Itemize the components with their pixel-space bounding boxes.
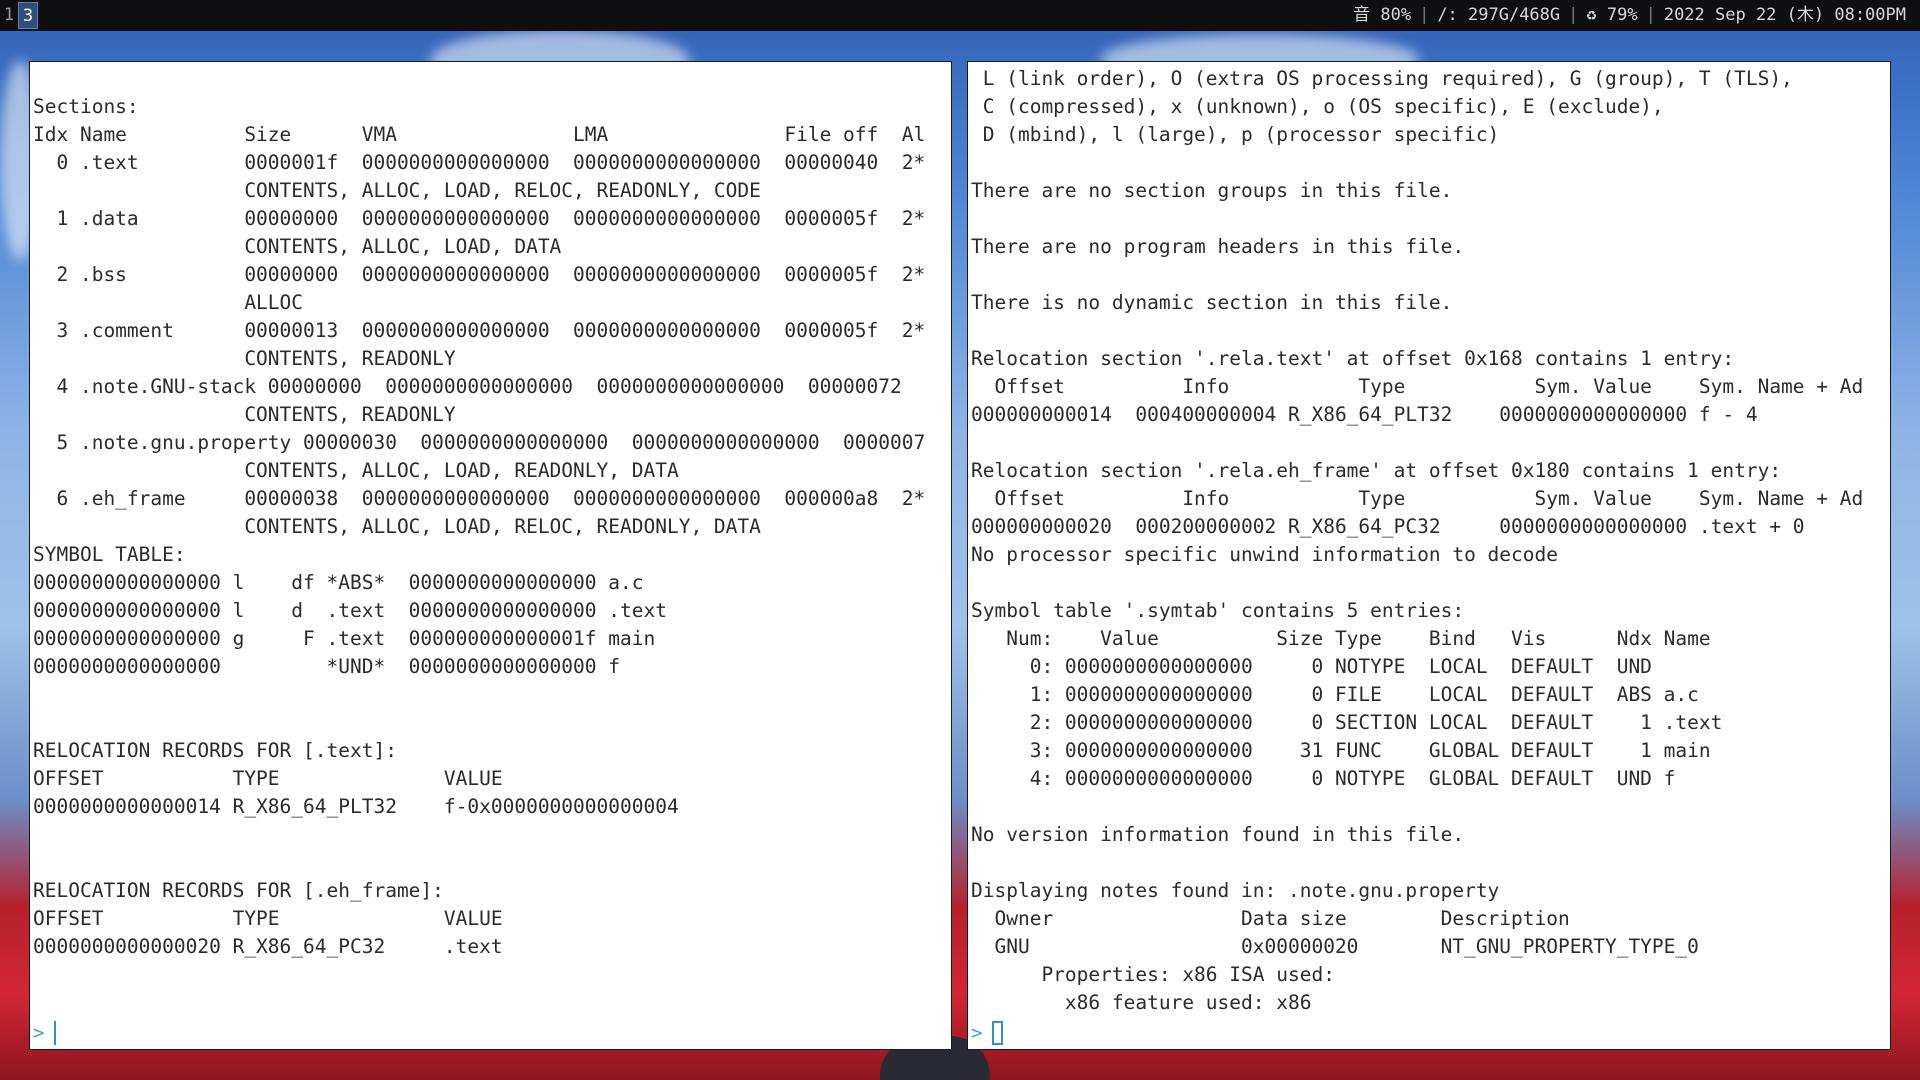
terminal-line: CONTENTS, ALLOC, LOAD, RELOC, READONLY, … <box>33 179 761 202</box>
terminal-line: Owner Data size Description <box>971 907 1570 930</box>
terminal-line: 0000000000000014 R_X86_64_PLT32 f-0x0000… <box>33 795 679 818</box>
terminal-line: 000000000014 000400000004 R_X86_64_PLT32… <box>971 403 1758 426</box>
terminal-line: 4: 0000000000000000 0 NOTYPE GLOBAL DEFA… <box>971 767 1676 790</box>
terminal-line: GNU 0x00000020 NT_GNU_PROPERTY_TYPE_0 <box>971 935 1699 958</box>
terminal-line: 0000000000000000 *UND* 0000000000000000 … <box>33 655 620 678</box>
workspace-1-button[interactable]: 1 <box>2 2 16 29</box>
terminal-line: 2 .bss 00000000 0000000000000000 0000000… <box>33 263 926 286</box>
terminal-line: 0000000000000000 l df *ABS* 000000000000… <box>33 571 644 594</box>
terminal-line: ALLOC <box>33 291 304 314</box>
status-area: 音 80% | /: 297G/468G | ♻ 79% | 2022 Sep … <box>1345 0 1914 31</box>
terminal-line: CONTENTS, ALLOC, LOAD, READONLY, DATA <box>33 459 679 482</box>
terminal-line: Symbol table '.symtab' contains 5 entrie… <box>971 599 1465 622</box>
terminal-left[interactable]: Sections: Idx Name Size VMA LMA File off… <box>29 61 952 1050</box>
terminal-line: 2: 0000000000000000 0 SECTION LOCAL DEFA… <box>971 711 1723 734</box>
terminal-line: Relocation section '.rela.text' at offse… <box>971 347 1735 370</box>
terminal-line: 6 .eh_frame 00000038 0000000000000000 00… <box>33 487 926 510</box>
terminal-prompt[interactable]: > <box>971 1019 1004 1047</box>
terminal-line: 4 .note.GNU-stack 00000000 0000000000000… <box>33 375 902 398</box>
terminal-right[interactable]: L (link order), O (extra OS processing r… <box>967 61 1891 1050</box>
terminal-line: Properties: x86 ISA used: <box>971 963 1335 986</box>
status-separator: | <box>1645 5 1656 25</box>
terminal-line: Sections: <box>33 95 139 118</box>
terminal-line: Displaying notes found in: .note.gnu.pro… <box>971 879 1500 902</box>
status-separator: | <box>1419 5 1430 25</box>
terminal-line: 0 .text 0000001f 0000000000000000 000000… <box>33 151 926 174</box>
clock: 2022 Sep 22 (木) 08:00PM <box>1663 5 1906 25</box>
terminal-line: 0000000000000000 g F .text 0000000000000… <box>33 627 656 650</box>
terminal-line: 000000000020 000200000002 R_X86_64_PC32 … <box>971 515 1805 538</box>
terminal-line: RELOCATION RECORDS FOR [.text]: <box>33 739 397 762</box>
terminal-line: Relocation section '.rela.eh_frame' at o… <box>971 459 1782 482</box>
terminal-line: 3: 0000000000000000 31 FUNC GLOBAL DEFAU… <box>971 739 1711 762</box>
prompt-symbol: > <box>971 1022 983 1044</box>
prompt-symbol: > <box>33 1022 45 1044</box>
terminal-line: There are no program headers in this fil… <box>971 235 1465 258</box>
terminal-line: CONTENTS, READONLY <box>33 403 456 426</box>
workspace-3-button[interactable]: 3 <box>18 2 38 29</box>
terminal-line: Offset Info Type Sym. Value Sym. Name + … <box>971 487 1864 510</box>
terminal-line: OFFSET TYPE VALUE <box>33 907 503 930</box>
terminal-line: No processor specific unwind information… <box>971 543 1558 566</box>
terminal-line: D (mbind), l (large), p (processor speci… <box>971 123 1500 146</box>
terminal-line: L (link order), O (extra OS processing r… <box>971 67 1793 90</box>
top-bar: 1 3 音 80% | /: 297G/468G | ♻ 79% | 2022 … <box>0 0 1920 31</box>
text-cursor <box>54 1021 57 1045</box>
status-separator: | <box>1568 5 1579 25</box>
terminal-line: 0000000000000000 l d .text 0000000000000… <box>33 599 667 622</box>
terminal-line: 1: 0000000000000000 0 FILE LOCAL DEFAULT… <box>971 683 1699 706</box>
volume-indicator[interactable]: 音 80% <box>1345 0 1419 31</box>
terminal-line: Offset Info Type Sym. Value Sym. Name + … <box>971 375 1864 398</box>
terminal-line: CONTENTS, ALLOC, LOAD, DATA <box>33 235 562 258</box>
disk-indicator: /: 297G/468G <box>1437 5 1561 25</box>
terminal-line: Idx Name Size VMA LMA File off Al <box>33 123 926 146</box>
terminal-line: There are no section groups in this file… <box>971 179 1453 202</box>
terminal-line: x86 feature used: x86 <box>971 991 1312 1014</box>
terminal-line: 0: 0000000000000000 0 NOTYPE LOCAL DEFAU… <box>971 655 1652 678</box>
terminal-line: C (compressed), x (unknown), o (OS speci… <box>971 95 1664 118</box>
terminal-output: L (link order), O (extra OS processing r… <box>971 65 1863 1017</box>
terminal-output: Sections: Idx Name Size VMA LMA File off… <box>33 93 925 961</box>
terminal-prompt[interactable]: > <box>33 1019 57 1047</box>
terminal-line: No version information found in this fil… <box>971 823 1465 846</box>
terminal-line: CONTENTS, ALLOC, LOAD, RELOC, READONLY, … <box>33 515 761 538</box>
terminal-line: OFFSET TYPE VALUE <box>33 767 503 790</box>
terminal-line: RELOCATION RECORDS FOR [.eh_frame]: <box>33 879 444 902</box>
terminal-line: CONTENTS, READONLY <box>33 347 456 370</box>
terminal-line: 0000000000000020 R_X86_64_PC32 .text <box>33 935 503 958</box>
terminal-line: Num: Value Size Type Bind Vis Ndx Name <box>971 627 1711 650</box>
terminal-line: There is no dynamic section in this file… <box>971 291 1453 314</box>
battery-indicator: ♻ 79% <box>1586 5 1638 25</box>
terminal-line: 5 .note.gnu.property 00000030 0000000000… <box>33 431 926 454</box>
terminal-line: 3 .comment 00000013 0000000000000000 000… <box>33 319 926 342</box>
terminal-line: 1 .data 00000000 0000000000000000 000000… <box>33 207 926 230</box>
text-cursor <box>992 1021 1004 1045</box>
terminal-line: SYMBOL TABLE: <box>33 543 186 566</box>
